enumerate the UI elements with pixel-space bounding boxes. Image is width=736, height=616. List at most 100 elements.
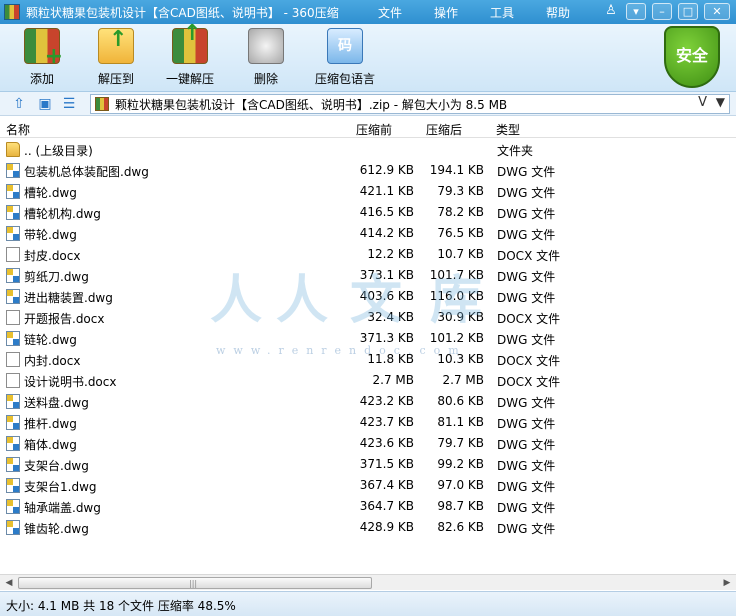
path-check-icon[interactable]: V [698,95,707,110]
add-button[interactable]: 添加 [6,28,78,90]
dwg-file-icon [6,226,20,241]
file-row[interactable]: 开题报告.docx 32.4 KB 30.9 KB DOCX 文件 [0,307,736,328]
docx-file-icon [6,247,20,262]
file-size-before: 11.8 KB [367,352,414,366]
file-size-before: 423.6 KB [359,436,414,450]
close-icon[interactable]: ✕ [704,3,730,20]
minimize-icon[interactable]: – [652,3,672,20]
app-icon [4,4,20,20]
large-icon-view-icon[interactable]: ▣ [36,95,54,113]
file-row[interactable]: 剪纸刀.dwg 373.1 KB 101.7 KB DWG 文件 [0,265,736,286]
address-bar: ⇧ ▣ ☰ 颗粒状糖果包装机设计【含CAD图纸、说明书】.zip - 解包大小为… [0,92,736,116]
file-row[interactable]: 包装机总体装配图.dwg 612.9 KB 194.1 KB DWG 文件 [0,160,736,181]
file-size-before: 612.9 KB [359,163,414,177]
dwg-file-icon [6,289,20,304]
column-size-before[interactable]: 压缩前 [356,121,392,138]
file-size-after: 81.1 KB [437,415,484,429]
file-row[interactable]: 封皮.docx 12.2 KB 10.7 KB DOCX 文件 [0,244,736,265]
one-click-extract-button[interactable]: 一键解压 [154,21,226,90]
scroll-left-icon[interactable]: ◀ [2,576,16,590]
dwg-file-icon [6,478,20,493]
delete-button[interactable]: 删除 [230,28,302,90]
skin-icon[interactable]: ♙ [602,3,620,20]
column-size-after[interactable]: 压缩后 [426,121,462,138]
file-row[interactable]: 支架台.dwg 371.5 KB 99.2 KB DWG 文件 [0,454,736,475]
scroll-right-icon[interactable]: ▶ [720,576,734,590]
file-row[interactable]: 内封.docx 11.8 KB 10.3 KB DOCX 文件 [0,349,736,370]
security-shield-badge[interactable]: 安全 [664,26,720,88]
file-size-before: 32.4 KB [367,310,414,324]
list-view-icon[interactable]: ☰ [60,95,78,113]
file-row[interactable]: 设计说明书.docx 2.7 MB 2.7 MB DOCX 文件 [0,370,736,391]
menu-tools[interactable]: 工具 [474,4,530,21]
file-size-after: 97.0 KB [437,478,484,492]
file-row[interactable]: 送料盘.dwg 423.2 KB 80.6 KB DWG 文件 [0,391,736,412]
dwg-file-icon [6,520,20,535]
horizontal-scrollbar[interactable]: ◀ ||| ▶ [0,574,736,590]
scroll-thumb[interactable]: ||| [18,577,372,589]
dwg-file-icon [6,331,20,346]
menu-bar: 文件 操作 工具 帮助 [362,0,586,24]
file-name: 箱体.dwg [24,438,77,452]
path-field[interactable]: 颗粒状糖果包装机设计【含CAD图纸、说明书】.zip - 解包大小为 8.5 M… [90,94,730,114]
file-row[interactable]: 箱体.dwg 423.6 KB 79.7 KB DWG 文件 [0,433,736,454]
list-header: 名称 压缩前 压缩后 类型 [0,118,736,138]
file-type: DOCX 文件 [497,354,561,368]
file-name: 送料盘.dwg [24,396,89,410]
extract-to-button[interactable]: 解压到 [80,27,152,90]
maximize-icon[interactable]: □ [678,3,698,20]
file-type: DWG 文件 [497,207,556,221]
file-size-after: 10.7 KB [437,247,484,261]
file-row[interactable]: .. (上级目录) 文件夹 [0,139,736,160]
file-row[interactable]: 链轮.dwg 371.3 KB 101.2 KB DWG 文件 [0,328,736,349]
file-size-before: 428.9 KB [359,520,414,534]
file-type: DWG 文件 [497,480,556,494]
path-dropdown-icon[interactable]: ▼ [716,95,725,109]
delete-icon [248,28,284,64]
delete-label: 删除 [253,72,278,86]
menu-operation[interactable]: 操作 [418,4,474,21]
status-bar: 大小: 4.1 MB 共 18 个文件 压缩率 48.5% [0,591,736,616]
file-row[interactable]: 带轮.dwg 414.2 KB 76.5 KB DWG 文件 [0,223,736,244]
file-row[interactable]: 轴承端盖.dwg 364.7 KB 98.7 KB DWG 文件 [0,496,736,517]
dwg-file-icon [6,163,20,178]
archive-language-button[interactable]: 码 压缩包语言 [304,28,386,90]
file-name: 带轮.dwg [24,228,77,242]
file-name: 进出糖装置.dwg [24,291,113,305]
file-type: DWG 文件 [497,459,556,473]
grip-icon: ||| [189,579,198,588]
dwg-file-icon [6,184,20,199]
archive-icon [95,97,109,111]
file-type: DWG 文件 [497,165,556,179]
extract-to-icon [98,27,134,64]
file-size-after: 79.3 KB [437,184,484,198]
menu-icon[interactable]: ▾ [626,3,646,20]
file-row[interactable]: 锥齿轮.dwg 428.9 KB 82.6 KB DWG 文件 [0,517,736,538]
file-type: DWG 文件 [497,438,556,452]
file-type: DWG 文件 [497,417,556,431]
file-row[interactable]: 槽轮机构.dwg 416.5 KB 78.2 KB DWG 文件 [0,202,736,223]
file-size-after: 2.7 MB [442,373,484,387]
path-text: 颗粒状糖果包装机设计【含CAD图纸、说明书】.zip - 解包大小为 8.5 M… [115,97,508,112]
column-name[interactable]: 名称 [6,121,30,138]
file-type: DWG 文件 [497,522,556,536]
file-row[interactable]: 支架台1.dwg 367.4 KB 97.0 KB DWG 文件 [0,475,736,496]
file-size-before: 416.5 KB [359,205,414,219]
file-size-before: 371.5 KB [359,457,414,471]
file-size-before: 414.2 KB [359,226,414,240]
menu-help[interactable]: 帮助 [530,4,586,21]
file-name: 内封.docx [24,354,81,368]
column-type[interactable]: 类型 [496,121,520,138]
dwg-file-icon [6,436,20,451]
file-size-before: 403.6 KB [359,289,414,303]
menu-file[interactable]: 文件 [362,4,418,21]
file-type: DWG 文件 [497,186,556,200]
file-row[interactable]: 进出糖装置.dwg 403.6 KB 116.0 KB DWG 文件 [0,286,736,307]
up-arrow-icon[interactable]: ⇧ [10,95,28,113]
file-size-after: 101.7 KB [429,268,484,282]
file-name: 支架台.dwg [24,459,89,473]
file-row[interactable]: 槽轮.dwg 421.1 KB 79.3 KB DWG 文件 [0,181,736,202]
file-row[interactable]: 推杆.dwg 423.7 KB 81.1 KB DWG 文件 [0,412,736,433]
file-type: 文件夹 [497,144,534,158]
file-type: DOCX 文件 [497,249,561,263]
